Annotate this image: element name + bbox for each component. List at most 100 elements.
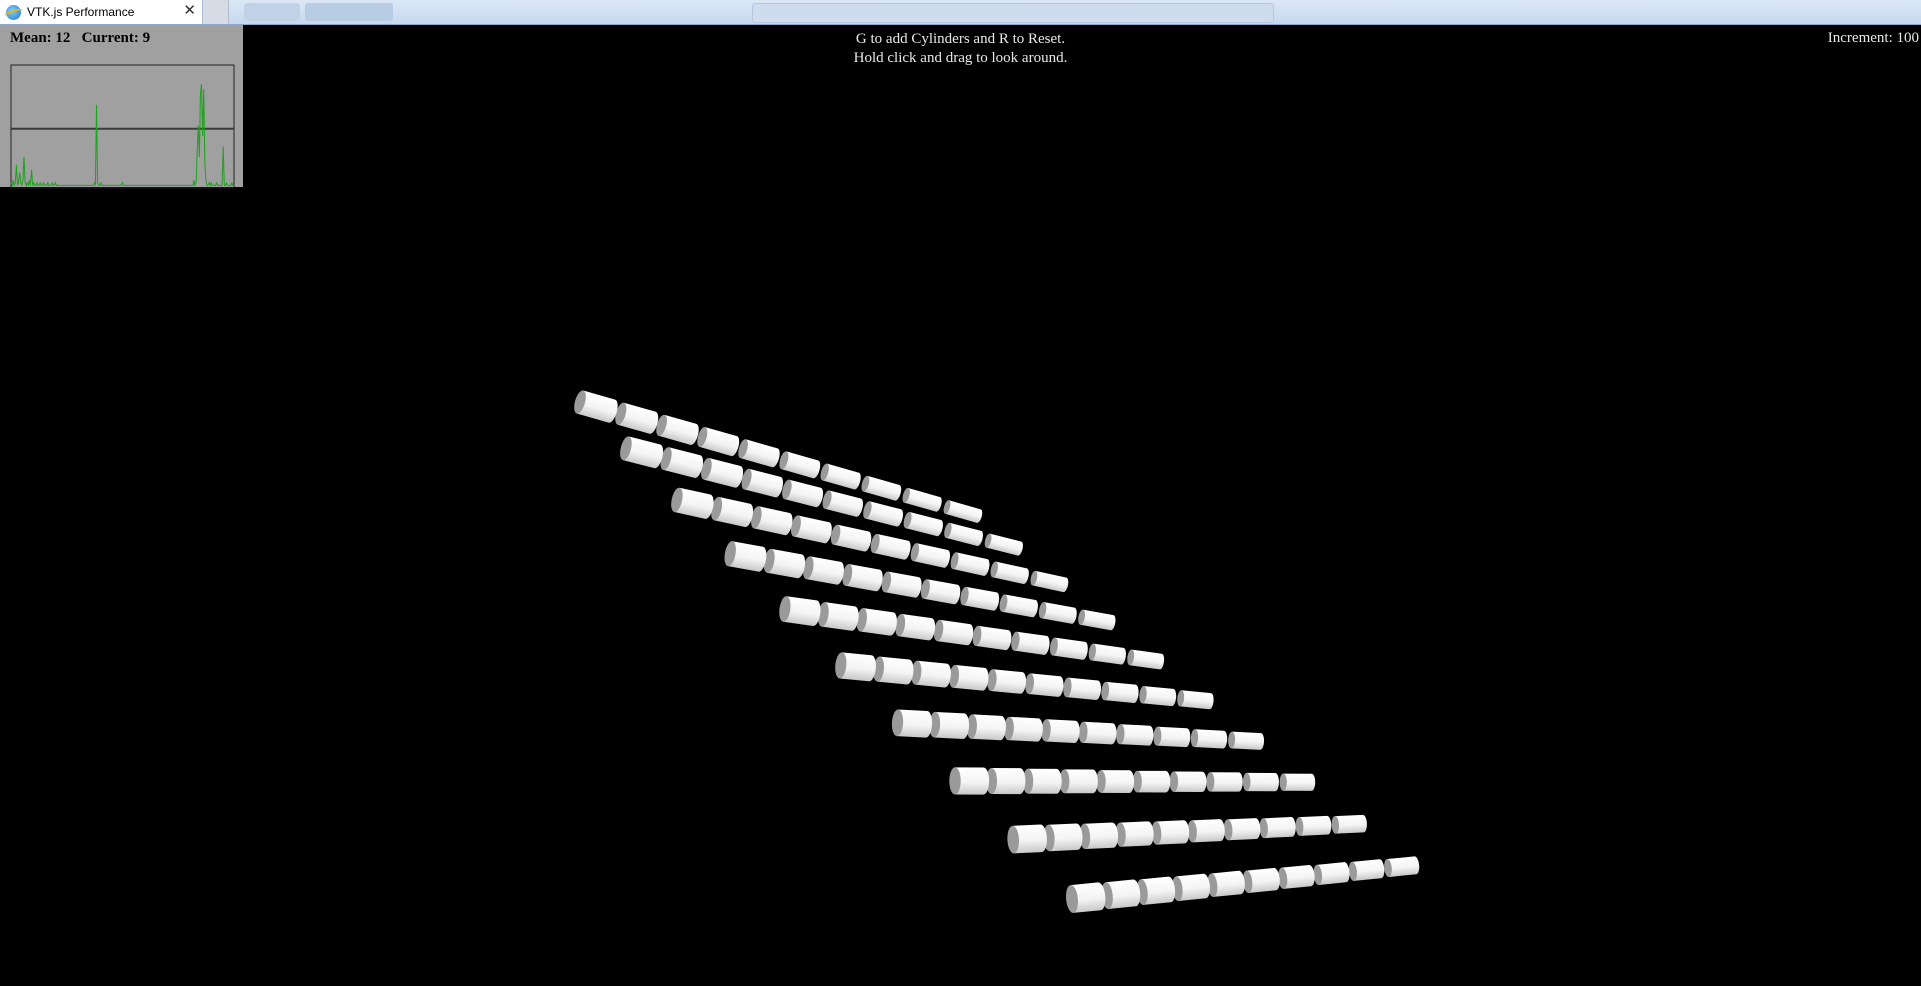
cylinder	[1115, 821, 1154, 847]
fps-monitor-panel: Mean: 12 Current: 9	[0, 25, 243, 189]
cylinder	[1153, 726, 1191, 748]
cylinder-cap	[1132, 770, 1142, 793]
increment-label: Increment: 100	[1827, 30, 1919, 46]
cylinder-body	[1052, 637, 1088, 660]
cylinder	[873, 656, 914, 685]
cylinder	[1169, 771, 1207, 793]
cylinder-cap	[1279, 773, 1287, 791]
cylinder	[1022, 768, 1062, 794]
cylinder	[1078, 721, 1117, 745]
cylinder-body	[1119, 724, 1154, 746]
cylinder	[861, 475, 902, 501]
cylinder	[902, 487, 942, 512]
cylinder-body	[1227, 818, 1261, 841]
cylinder	[779, 451, 821, 479]
cylinder	[1063, 677, 1102, 700]
cylinder	[1278, 864, 1315, 889]
cylinder-cap	[1206, 772, 1215, 792]
cylinder-body	[1129, 649, 1165, 670]
cylinder	[1228, 731, 1265, 750]
cylinder-body	[1156, 726, 1191, 748]
cylinder	[1139, 686, 1177, 707]
browser-tab[interactable]: VTK.js Performance ✕	[0, 0, 203, 24]
cylinder-body	[962, 586, 1000, 611]
cylinder	[1223, 818, 1261, 841]
cylinder-body	[1179, 690, 1214, 710]
cylinder	[1136, 876, 1176, 905]
cylinder	[701, 457, 744, 488]
fps-label: Mean: 12 Current: 9	[10, 30, 150, 47]
cylinder-body	[1032, 570, 1069, 593]
cylinder-body	[1041, 602, 1077, 624]
cylinder-body	[1231, 731, 1265, 750]
fps-current-label: Current: 9	[81, 30, 151, 46]
cylinder	[1127, 649, 1165, 670]
cylinder	[1079, 822, 1119, 850]
cylinder	[1242, 772, 1279, 792]
cylinder-body	[1100, 770, 1135, 793]
cylinder	[933, 619, 974, 646]
cylinder	[1116, 724, 1154, 746]
cylinder	[842, 564, 883, 592]
cylinder	[990, 561, 1029, 584]
cylinder	[1096, 770, 1135, 793]
cylinder	[1190, 729, 1228, 749]
cylinder-body	[1028, 673, 1064, 697]
cylinder	[711, 496, 753, 527]
cylinder	[1043, 823, 1083, 852]
cylinder	[1088, 643, 1126, 665]
cylinder	[1030, 570, 1069, 593]
cylinder	[870, 533, 911, 560]
cylinder	[863, 501, 904, 527]
cylinder	[903, 512, 943, 537]
cylinder	[1078, 609, 1116, 631]
cylinder	[671, 487, 714, 519]
cylinder-body	[1142, 686, 1177, 707]
cylinder	[985, 768, 1026, 795]
new-tab-button[interactable]	[203, 0, 229, 24]
cylinder	[763, 548, 806, 579]
cylinder	[782, 479, 824, 508]
cylinder	[984, 533, 1023, 556]
cylinder	[822, 490, 863, 517]
cylinder	[944, 522, 983, 546]
cylinder-grid-scene[interactable]	[0, 25, 1921, 986]
cylinder	[830, 524, 872, 552]
cylinder-body	[1210, 772, 1243, 792]
cylinder-cap	[1242, 772, 1251, 792]
cylinder	[1331, 814, 1367, 834]
cylinder-cap	[1169, 771, 1179, 792]
cylinder	[1132, 770, 1171, 793]
cylinder	[1313, 862, 1350, 885]
cylinder	[751, 506, 793, 536]
cylinder	[920, 579, 961, 605]
cylinder-body	[945, 522, 983, 546]
cylinder	[817, 602, 859, 631]
cylinder	[891, 709, 933, 738]
cylinder	[1206, 772, 1243, 792]
cylinder-body	[1334, 814, 1367, 834]
cylinder-body	[986, 533, 1023, 556]
ie-globe-icon	[6, 4, 21, 20]
cylinder	[1242, 867, 1280, 893]
cylinder-body	[1080, 609, 1116, 631]
cylinder-body	[1387, 856, 1420, 877]
cylinder	[987, 669, 1027, 694]
cylinder	[790, 515, 832, 544]
cylinder	[1171, 873, 1210, 901]
tab-close-icon[interactable]: ✕	[183, 3, 196, 19]
fps-chart	[10, 64, 235, 189]
cylinder	[960, 586, 1000, 611]
cylinder-body	[992, 561, 1029, 584]
cylinder	[929, 711, 970, 739]
cylinder-body	[1137, 770, 1171, 793]
cylinder-body	[1082, 721, 1117, 745]
cylinder	[656, 414, 699, 445]
cylinder	[1011, 631, 1050, 655]
search-area-blurred	[752, 3, 1274, 23]
cylinder	[895, 613, 936, 641]
cylinder-body	[945, 500, 983, 523]
cylinder	[1348, 859, 1385, 881]
cylinder	[1151, 820, 1190, 845]
cylinder	[1003, 716, 1043, 742]
